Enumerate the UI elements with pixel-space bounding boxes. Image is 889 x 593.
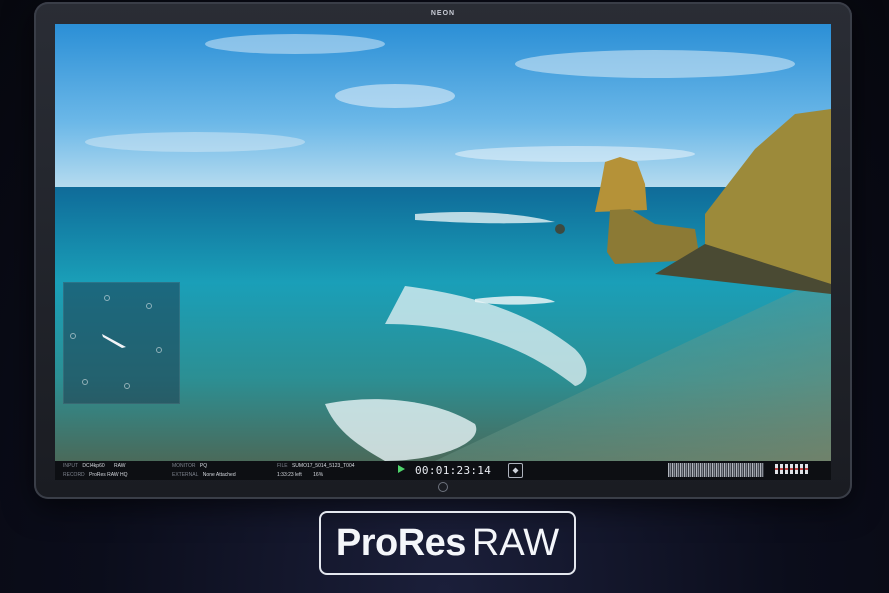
external-key: EXTERNAL (172, 472, 199, 478)
record-icon[interactable] (508, 463, 523, 478)
input-value: DCI4kp60 (82, 463, 105, 469)
audio-meter-icon (775, 464, 819, 477)
device-logo-icon (438, 482, 448, 492)
scope-trace (102, 334, 126, 348)
waveform-icon (668, 463, 764, 477)
badge-brand: ProRes (335, 522, 467, 564)
status-bar: INPUT DCI4kp60 RAW RECORD ProRes RAW HQ … (55, 461, 831, 480)
file-key: FILE (277, 463, 288, 469)
monitor-screen: INPUT DCI4kp60 RAW RECORD ProRes RAW HQ … (55, 24, 831, 480)
file-status: FILE SUMO17_5014_5123_T004 (277, 463, 355, 469)
record-status: RECORD ProRes RAW HQ (63, 472, 128, 478)
scope-target-yl (70, 333, 76, 339)
vectorscope-panel (63, 282, 180, 404)
timecode-display: 00:01:23:14 (415, 464, 492, 477)
external-value: None Attached (202, 472, 236, 478)
monitor-value: PQ (199, 463, 208, 469)
scope-target-mg (146, 303, 152, 309)
battery-level: 16% (313, 472, 324, 478)
external-status: EXTERNAL None Attached (172, 472, 236, 478)
prores-raw-badge: ProRes RAW (319, 511, 576, 575)
scope-target-r (104, 295, 110, 301)
monitor-frame: NEON INPUT DCI4kp60 RAW RECORD ProRes RA… (34, 2, 852, 499)
monitor-key: MONITOR (172, 463, 196, 469)
scope-target-cy (124, 383, 130, 389)
input-status: INPUT DCI4kp60 RAW (63, 463, 126, 469)
time-left: 1:33:23 left (277, 472, 302, 478)
input-format: RAW (114, 463, 126, 469)
input-key: INPUT (63, 463, 78, 469)
scope-target-g (82, 379, 88, 385)
record-value: ProRes RAW HQ (89, 472, 128, 478)
badge-suffix: RAW (471, 522, 560, 564)
record-key: RECORD (63, 472, 85, 478)
scope-target-b (156, 347, 162, 353)
monitor-status: MONITOR PQ (172, 463, 207, 469)
storage-status: 1:33:23 left 16% (277, 472, 323, 478)
brand-label: NEON (430, 10, 456, 17)
file-value: SUMO17_5014_5123_T004 (291, 463, 355, 469)
play-icon[interactable] (398, 465, 405, 473)
